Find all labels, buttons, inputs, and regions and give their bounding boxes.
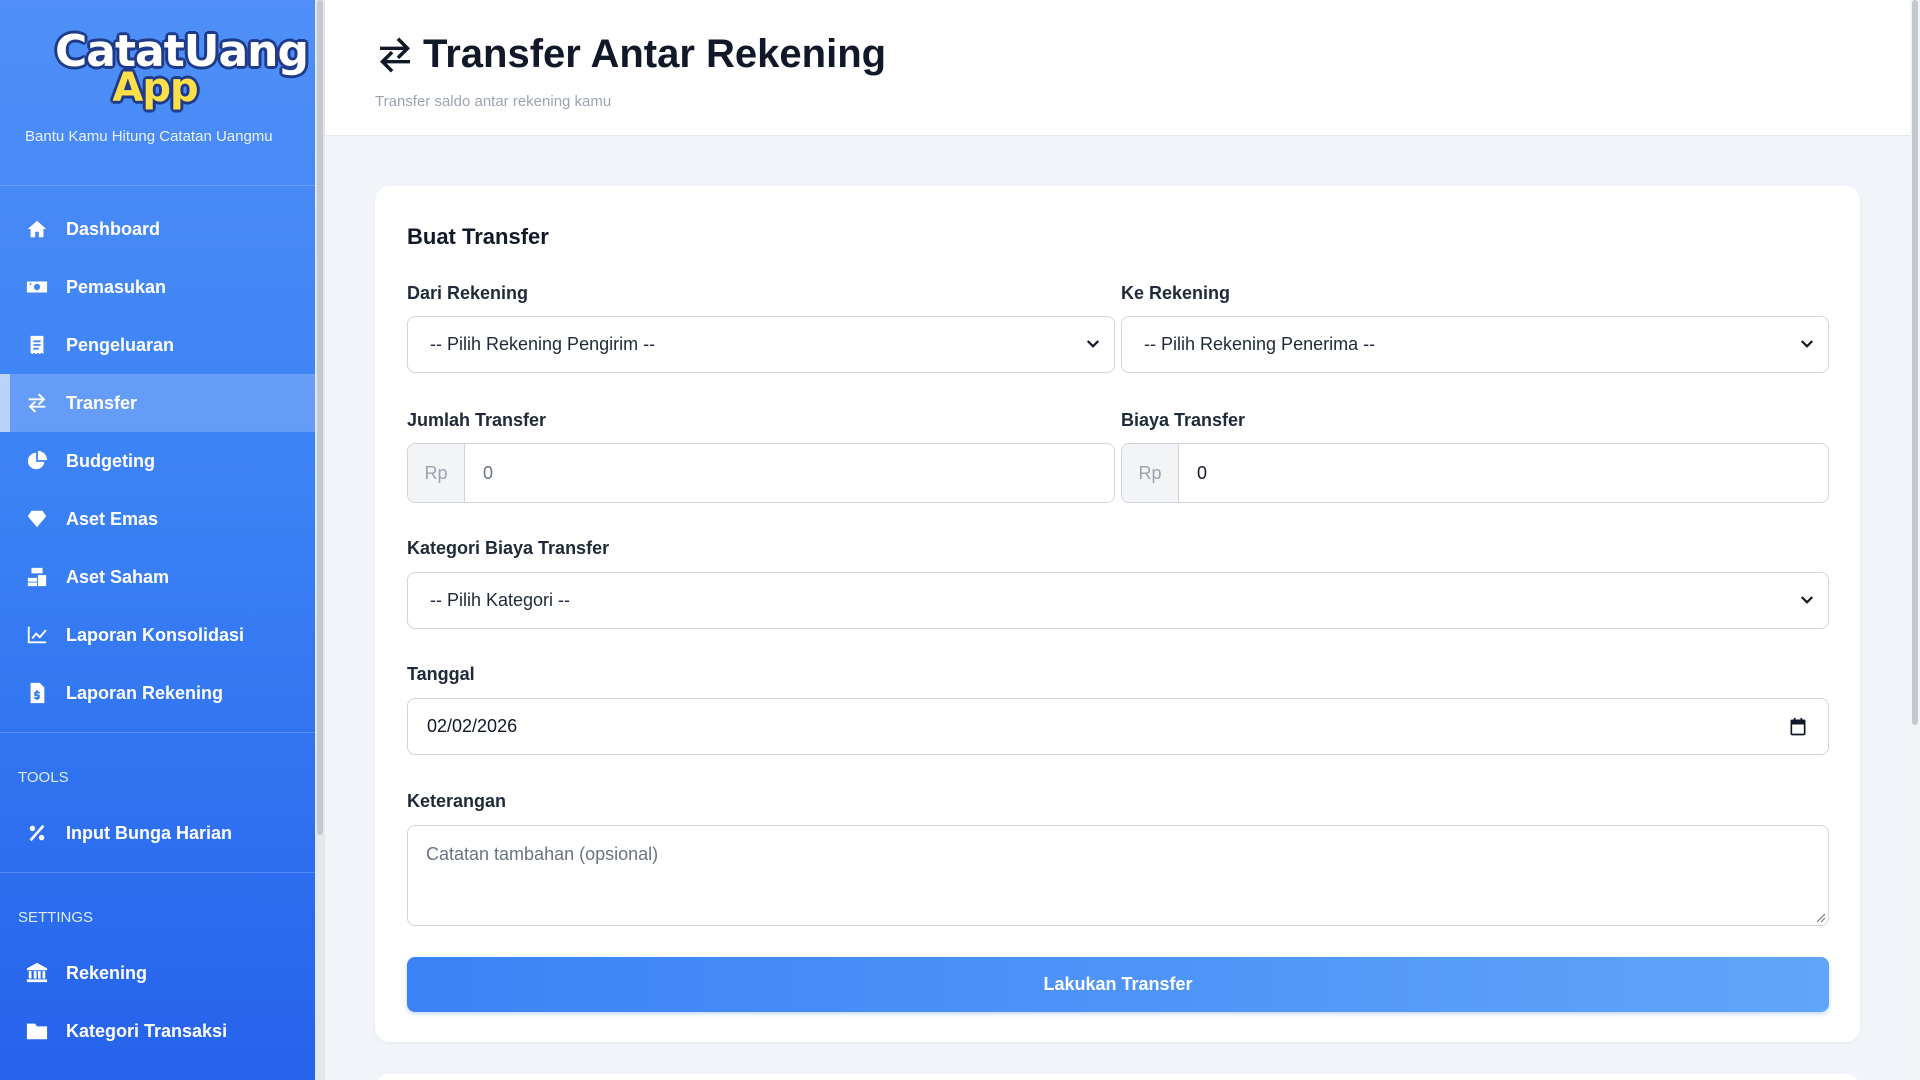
nav-label: Aset Saham — [66, 566, 170, 587]
from-account-label: Dari Rekening — [407, 283, 529, 303]
note-textarea[interactable]: Catatan tambahan (opsional) — [407, 825, 1829, 926]
fee-category-label: Kategori Biaya Transfer — [407, 538, 610, 558]
settings-section: SETTINGS Rekening Kategori Transaksi — [0, 872, 315, 1060]
main-scrollbar[interactable] — [1912, 0, 1918, 725]
nav-label: Rekening — [66, 962, 148, 983]
fee-input-group[interactable]: Rp 0 — [1121, 443, 1829, 503]
nav-label: Dashboard — [66, 218, 161, 239]
sidebar: CatatUang App Bantu Kamu Hitung Catatan … — [0, 0, 315, 1080]
nav-label: Pemasukan — [66, 276, 167, 297]
nav-label: Aset Emas — [66, 508, 159, 529]
sidebar-scrollbar[interactable] — [317, 0, 323, 835]
nav-label: Laporan Konsolidasi — [66, 624, 245, 645]
nav-item-aset-saham[interactable]: Aset Saham — [0, 548, 315, 606]
form-title: Buat Transfer — [407, 224, 549, 249]
currency-prefix: Rp — [408, 444, 465, 502]
fee-category-value: -- Pilih Kategori -- — [430, 590, 571, 610]
note-label: Keterangan — [407, 791, 507, 811]
chevron-down-icon — [1800, 596, 1814, 604]
page-subtitle: Transfer saldo antar rekening kamu — [375, 93, 612, 110]
tagline: Bantu Kamu Hitung Catatan Uangmu — [25, 128, 273, 145]
amount-input-group[interactable]: Rp 0 — [407, 443, 1115, 503]
nav-item-pemasukan[interactable]: Pemasukan — [0, 258, 315, 316]
to-account-label: Ke Rekening — [1121, 283, 1231, 303]
app-logo[interactable]: CatatUang App — [55, 30, 309, 109]
nav-item-budgeting[interactable]: Budgeting — [0, 432, 315, 490]
date-input[interactable]: 02/02/2026 — [407, 698, 1829, 755]
nav-item-laporan-rekening[interactable]: Laporan Rekening — [0, 664, 315, 722]
to-account-value: -- Pilih Rekening Penerima -- — [1144, 334, 1376, 354]
folder-icon — [26, 1020, 48, 1042]
tools-section: TOOLS Input Bunga Harian — [0, 732, 315, 862]
brand: CatatUang App Bantu Kamu Hitung Catatan … — [0, 0, 315, 186]
date-value: 02/02/2026 — [427, 716, 518, 736]
chevron-down-icon — [1086, 340, 1100, 348]
nav-label: Input Bunga Harian — [66, 822, 232, 843]
section-title-tools: TOOLS — [18, 769, 69, 786]
amount-label: Jumlah Transfer — [407, 410, 547, 430]
main-nav: Dashboard Pemasukan Pengeluaran Transfer… — [0, 186, 315, 722]
currency-prefix: Rp — [1122, 444, 1179, 502]
page-header: Transfer Antar Rekening Transfer saldo a… — [325, 0, 1910, 136]
fee-input[interactable]: 0 — [1179, 444, 1207, 502]
nav-label: Pengeluaran — [66, 334, 175, 355]
exchange-icon — [380, 37, 410, 72]
gem-icon — [26, 508, 48, 530]
pie-chart-icon — [26, 450, 48, 472]
bank-icon — [26, 962, 48, 984]
chevron-down-icon — [1800, 340, 1814, 348]
note-placeholder: Catatan tambahan (opsional) — [426, 844, 659, 864]
receipt-icon — [26, 334, 48, 356]
page-title: Transfer Antar Rekening — [375, 32, 886, 77]
money-bill-icon — [26, 276, 48, 298]
nav-item-transfer[interactable]: Transfer — [0, 374, 315, 432]
coins-stack-icon — [26, 566, 48, 588]
amount-input[interactable]: 0 — [465, 444, 493, 502]
page-title-text: Transfer Antar Rekening — [423, 32, 887, 76]
fee-label: Biaya Transfer — [1121, 410, 1246, 430]
nav-item-dashboard[interactable]: Dashboard — [0, 200, 315, 258]
line-chart-icon — [26, 624, 48, 646]
nav-label: Kategori Transaksi — [66, 1020, 228, 1041]
resize-handle-icon[interactable] — [1816, 913, 1826, 923]
submit-transfer-button[interactable]: Lakukan Transfer — [407, 957, 1829, 1012]
transfer-form-card: Buat Transfer Dari Rekening -- Pilih Rek… — [375, 186, 1860, 1042]
to-account-select[interactable]: -- Pilih Rekening Penerima -- — [1121, 316, 1829, 373]
calendar-icon[interactable] — [1788, 717, 1808, 737]
date-label: Tanggal — [407, 664, 475, 684]
nav-item-laporan-konsolidasi[interactable]: Laporan Konsolidasi — [0, 606, 315, 664]
nav-label: Transfer — [66, 392, 138, 413]
nav-item-pengeluaran[interactable]: Pengeluaran — [0, 316, 315, 374]
nav-item-kategori-transaksi[interactable]: Kategori Transaksi — [0, 1002, 315, 1060]
exchange-icon — [26, 392, 48, 414]
invoice-icon — [26, 682, 48, 704]
from-account-value: -- Pilih Rekening Pengirim -- — [430, 334, 656, 354]
from-account-select[interactable]: -- Pilih Rekening Pengirim -- — [407, 316, 1115, 373]
secondary-card — [375, 1074, 1860, 1080]
home-icon — [26, 218, 48, 240]
nav-item-input-bunga-harian[interactable]: Input Bunga Harian — [0, 804, 315, 862]
nav-item-aset-emas[interactable]: Aset Emas — [0, 490, 315, 548]
percent-icon — [26, 822, 48, 844]
section-title-settings: SETTINGS — [18, 909, 94, 926]
nav-item-rekening[interactable]: Rekening — [0, 944, 315, 1002]
nav-label: Laporan Rekening — [66, 682, 224, 703]
nav-label: Budgeting — [66, 450, 155, 471]
fee-category-select[interactable]: -- Pilih Kategori -- — [407, 572, 1829, 629]
